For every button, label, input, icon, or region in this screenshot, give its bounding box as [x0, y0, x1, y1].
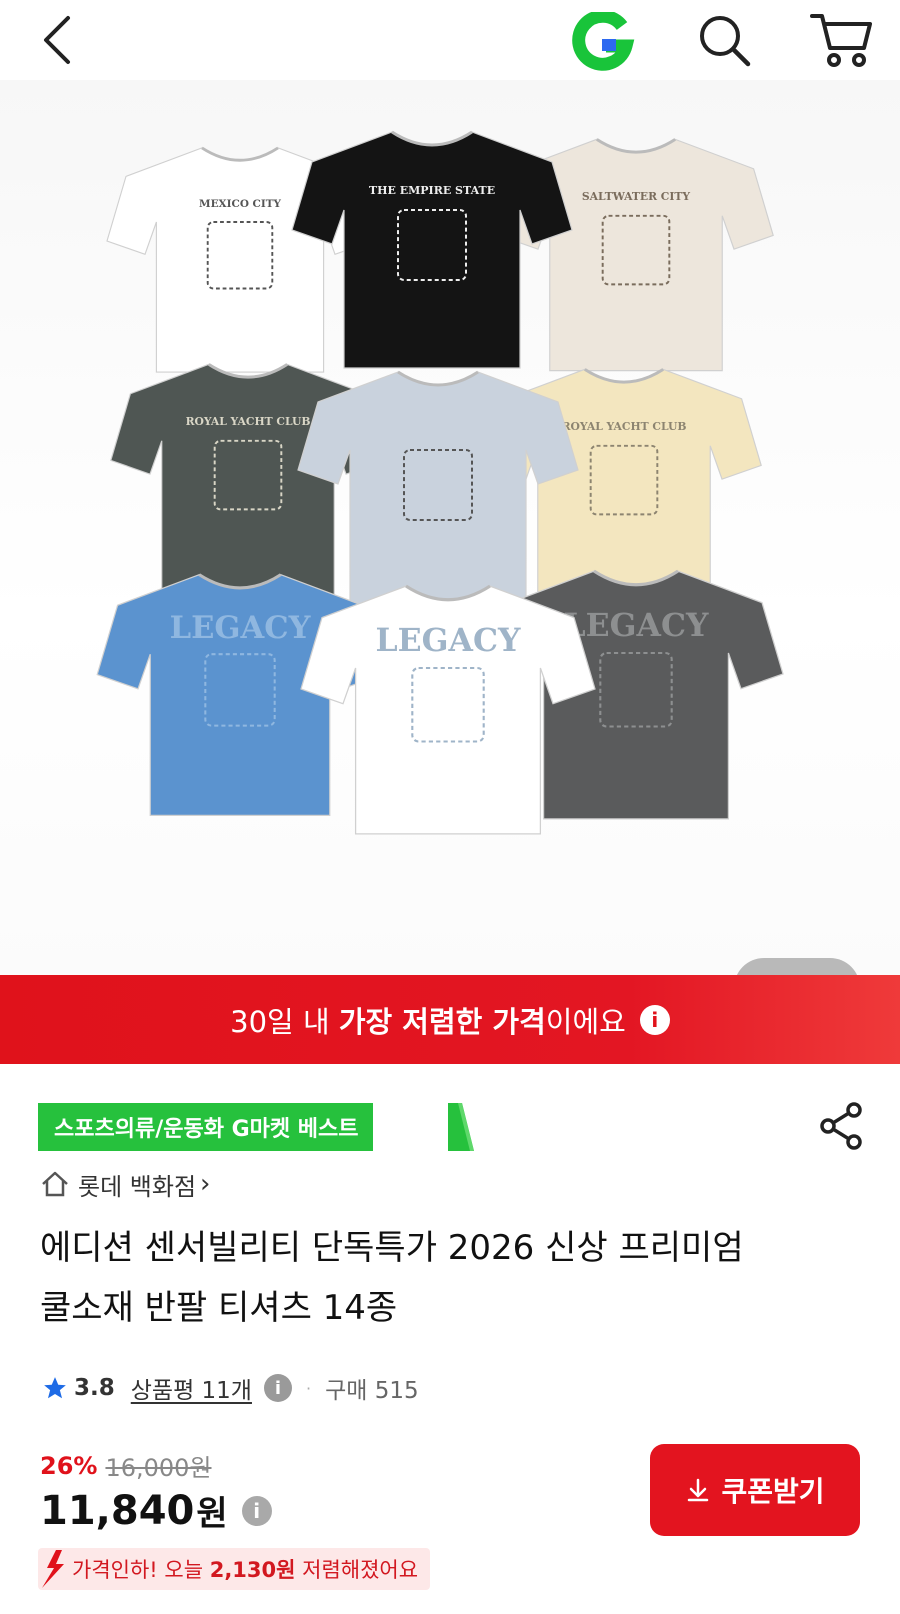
- purchase-count: 구매 515: [325, 1378, 419, 1404]
- price-drop-post: 저렴해졌어요: [295, 1558, 419, 1582]
- star-icon: [44, 1377, 66, 1399]
- tshirt-print-text: ROYAL YACHT CLUB: [186, 415, 311, 428]
- price-drop-amount: 2,130원: [209, 1558, 296, 1582]
- price-drop-badge: 가격인하! 오늘 2,130원 저렴해졌어요: [38, 1548, 431, 1590]
- product-title: 에디션 센서빌리티 단독특가 2026 신상 프리미엄 쿨소재 반팔 티셔츠 1…: [40, 1228, 744, 1328]
- banner-text-post: 이에요: [545, 1004, 626, 1039]
- cart-icon: [810, 14, 872, 67]
- chevron-left-icon: [44, 16, 70, 64]
- rating-row: 3.8 상품평 11개 i · 구매 515: [42, 1368, 419, 1408]
- cart-button[interactable]: [808, 8, 874, 70]
- top-bar: [0, 0, 900, 80]
- store-name: 롯데 백화점: [78, 1172, 197, 1201]
- tshirt-image: [297, 370, 579, 609]
- product-image[interactable]: MEXICO CITY SALTWATER CITY THE EMPIRE STAT…: [0, 80, 900, 1018]
- lowest-price-banner[interactable]: 30일 내 가장 저렴한 가격 이에요 i: [0, 975, 900, 1064]
- price-row: 11,840 원 i: [40, 1486, 272, 1535]
- back-button[interactable]: [34, 12, 84, 68]
- share-button[interactable]: [818, 1100, 866, 1152]
- tshirt-print-text: ROYAL YACHT CLUB: [562, 420, 687, 433]
- price-drop-pre: 가격인하! 오늘: [72, 1558, 210, 1582]
- best-seller-badge[interactable]: 스포츠의류/운동화 G마켓 베스트: [38, 1103, 373, 1151]
- search-icon: [700, 16, 751, 67]
- separator-dot: ·: [305, 1378, 312, 1398]
- arrow-down-icon: [42, 1550, 64, 1588]
- tshirt-print-text: LEGACY: [170, 610, 312, 646]
- currency-unit: 원: [196, 1494, 228, 1534]
- tshirt-print-text: THE EMPIRE STATE: [369, 184, 495, 197]
- tshirt-print-text: SALTWATER CITY: [582, 190, 691, 203]
- banner-text-pre: 30일 내: [230, 1004, 339, 1039]
- tshirt-print-text: LEGACY: [376, 622, 522, 659]
- badge-tail-icon: [448, 1103, 474, 1151]
- tshirt-print-text: MEXICO CITY: [199, 198, 281, 210]
- gmarket-logo[interactable]: [572, 9, 638, 72]
- tshirt-collage: MEXICO CITY SALTWATER CITY THE EMPIRE STAT…: [96, 130, 784, 835]
- rating-score: 3.8: [74, 1375, 115, 1401]
- discount-row: 26% 16,000원: [40, 1448, 212, 1483]
- coupon-label: 쿠폰받기: [721, 1476, 825, 1507]
- banner-text-bold: 가장 저렴한 가격: [338, 1004, 546, 1039]
- discount-rate: 26%: [40, 1451, 98, 1480]
- info-icon[interactable]: i: [263, 1374, 292, 1402]
- gmarket-g-icon: [572, 9, 635, 71]
- reviews-link[interactable]: 상품평 11개: [131, 1371, 252, 1405]
- chevron-right-icon: ›: [200, 1169, 211, 1199]
- store-link[interactable]: 롯데 백화점 ›: [40, 1164, 210, 1204]
- search-button[interactable]: [694, 10, 754, 70]
- home-icon: [42, 1171, 68, 1197]
- share-icon: [820, 1102, 862, 1150]
- original-price: 16,000원: [105, 1454, 212, 1482]
- price-drop-notice: 가격인하! 오늘 2,130원 저렴해졌어요: [38, 1546, 431, 1592]
- coupon-button[interactable]: 쿠폰받기: [650, 1444, 860, 1536]
- info-icon[interactable]: i: [639, 1004, 670, 1035]
- info-icon[interactable]: i: [241, 1495, 272, 1526]
- download-icon: [688, 1478, 709, 1502]
- tshirt-print-text: LEGACY: [564, 607, 710, 644]
- sale-price: 11,840: [40, 1487, 195, 1534]
